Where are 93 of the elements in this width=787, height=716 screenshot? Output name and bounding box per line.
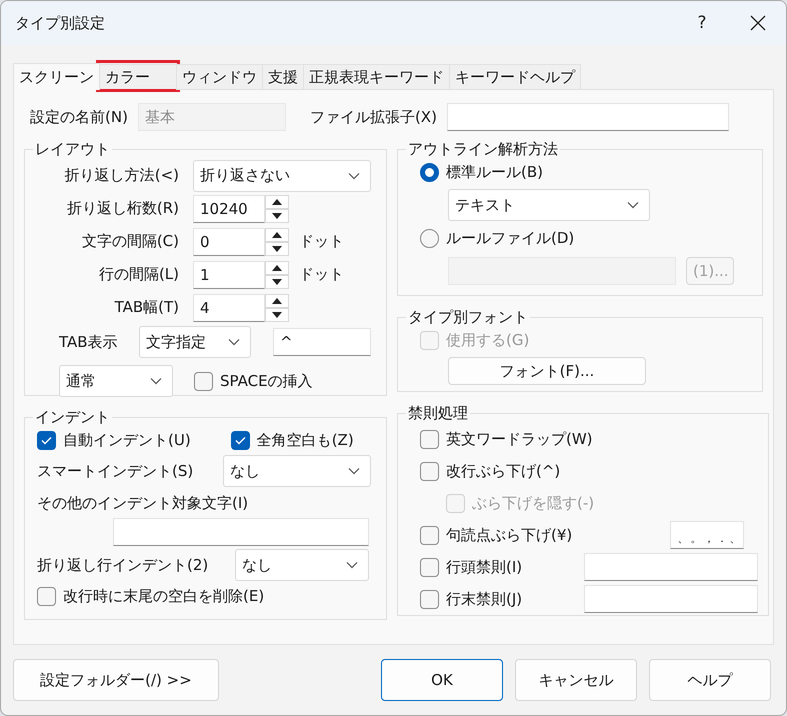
field-label: TAB表示 [59,332,119,352]
checkbox-label: 行末禁則(J) [446,590,522,608]
input-field[interactable]: ^ [273,328,371,356]
triangle-up-icon [272,232,282,238]
dialog-button[interactable]: キャンセル [515,659,637,701]
help-button[interactable]: ? [674,1,730,45]
dropdown[interactable]: 折り返さない [193,160,371,192]
chevron-down-icon [627,201,639,209]
check-icon [234,436,246,444]
spin-down-button[interactable] [265,208,289,222]
radio-label: ルールファイル(D) [446,228,574,248]
radio-label: 標準ルール(B) [446,162,543,182]
checkbox[interactable] [37,430,56,450]
input-field[interactable]: 、。，．、 [670,521,744,549]
checkbox[interactable] [420,526,439,544]
field-label: 折り返し行インデント(2) [37,556,210,574]
checkbox-label: ぶら下げを隠す(-) [472,494,594,512]
unit-label: ドット [299,232,344,251]
dropdown[interactable]: テキスト [448,189,650,221]
checkbox[interactable] [420,462,439,480]
field-label: スマートインデント(S) [37,462,194,480]
triangle-up-icon [272,298,282,304]
radio-button[interactable] [420,162,439,182]
spin-up-button[interactable] [265,194,289,208]
field-label: 設定の名前(N) [30,108,128,126]
field-label: 行の間隔(L) [98,265,179,284]
checkbox-label: SPACEの挿入 [220,372,313,390]
chevron-down-icon [348,467,360,475]
spin-up-button[interactable] [265,228,289,242]
dropdown[interactable]: なし [235,549,369,581]
dropdown[interactable]: 文字指定 [139,326,251,358]
group-title: 禁則処理 [407,404,469,423]
font-button[interactable]: フォント(F)... [448,357,646,385]
field-label: ファイル拡張子(X) [310,108,437,126]
spin-up-button[interactable] [265,294,289,308]
checkbox-label: 英文ワードラップ(W) [446,430,593,448]
field-label: その他のインデント対象文字(I) [37,494,248,512]
dropdown[interactable]: 通常 [59,365,173,397]
chevron-down-icon [346,561,358,569]
spin-down-button[interactable] [265,274,289,288]
field-label: TAB幅(T) [114,298,179,317]
checkbox[interactable] [230,430,250,450]
check-icon [41,436,52,444]
checkbox[interactable] [194,372,213,390]
input-field[interactable] [113,518,369,546]
checkbox[interactable] [420,590,439,608]
checkbox-label: 自動インデント(U) [63,430,191,450]
window-title: タイプ別設定 [15,14,106,32]
number-field[interactable]: 0 [193,228,265,256]
spin-down-button[interactable] [265,242,289,256]
triangle-down-icon [272,312,282,318]
number-field[interactable]: 1 [193,260,265,288]
field-label: 折り返し方法(<) [64,166,179,185]
checkbox[interactable] [37,586,56,606]
number-field[interactable]: 4 [193,294,265,322]
triangle-up-icon [272,264,282,270]
field-label: 折り返し桁数(R) [66,199,179,218]
tab[interactable]: キーワードヘルプ [449,64,581,90]
spin-down-button[interactable] [265,308,289,322]
field-label: 文字の間隔(C) [80,232,179,251]
group-title: インデント [34,408,111,427]
triangle-down-icon [272,212,282,218]
group-title: タイプ別フォント [407,308,529,327]
group-title: アウトライン解析方法 [407,140,559,159]
dropdown[interactable]: なし [223,455,371,487]
triangle-down-icon [272,278,282,284]
tab[interactable]: ウィンドウ [176,64,263,90]
dialog-button[interactable]: OK [381,659,503,701]
input-field[interactable] [584,585,758,613]
close-icon [750,15,766,31]
chevron-down-icon [228,338,240,346]
checkbox-label: 改行時に末尾の空白を削除(E) [63,586,264,606]
chevron-down-icon [150,377,162,385]
checkbox[interactable] [420,558,439,576]
radio-button[interactable] [420,228,439,248]
extension-field[interactable] [446,103,729,131]
triangle-down-icon [272,246,282,252]
input-field[interactable] [584,553,758,581]
group-title: レイアウト [34,140,111,159]
chevron-down-icon [348,172,360,180]
dialog-button[interactable]: 設定フォルダー(/) >> [13,659,219,701]
checkbox-label: 行頭禁則(I) [446,558,522,576]
checkbox-label: 全角空白も(Z) [256,430,354,450]
unit-label: ドット [299,265,344,284]
checkbox-label: 句読点ぶら下げ(¥) [446,526,572,544]
checkbox-label: 改行ぶら下げ(^) [446,462,560,480]
spin-up-button[interactable] [265,260,289,274]
triangle-up-icon [272,198,282,204]
checkbox[interactable] [420,430,439,448]
tab[interactable]: スクリーン [13,63,100,90]
checkbox-label: 使用する(G) [446,330,530,350]
dialog-button[interactable]: ヘルプ [649,659,771,701]
number-field[interactable]: 10240 [193,194,265,222]
